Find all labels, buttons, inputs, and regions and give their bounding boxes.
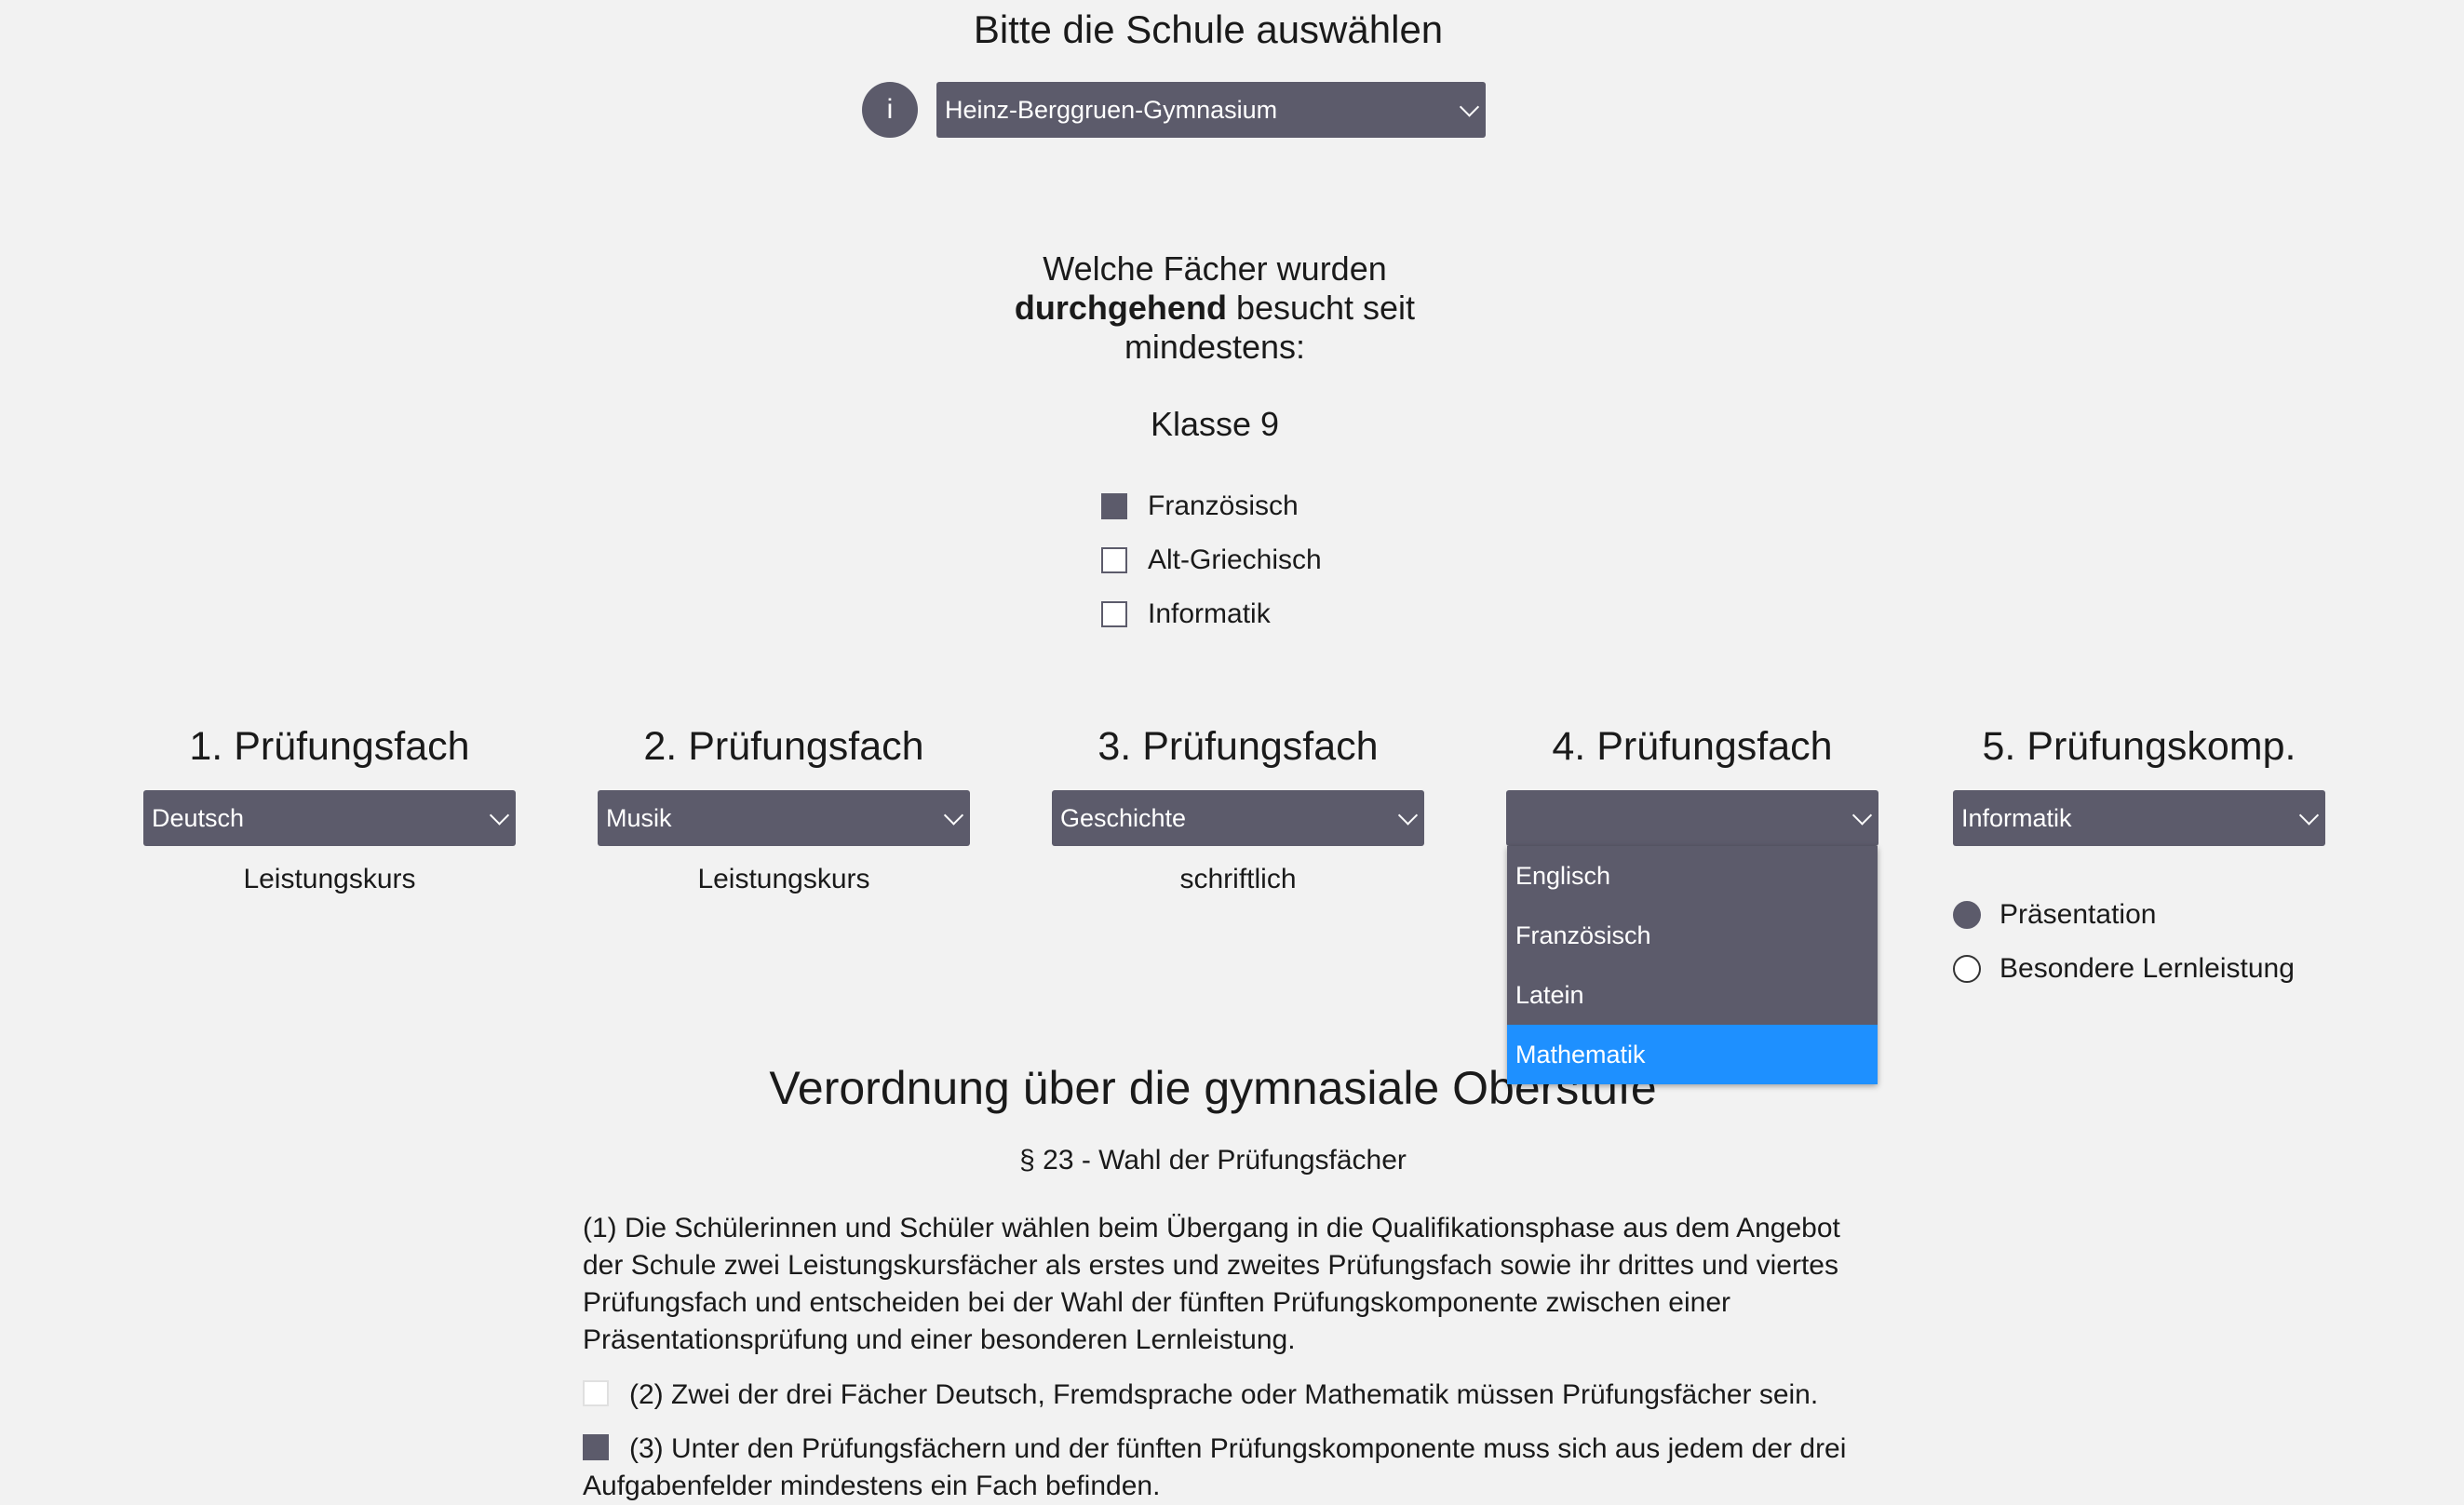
law-paragraph-2: (2) Zwei der drei Fächer Deutsch, Fremds… (583, 1377, 1886, 1414)
dropdown-option-franzoesisch[interactable]: Französisch (1507, 906, 1878, 965)
exam-1-select[interactable]: Deutsch (143, 790, 516, 846)
radio-button[interactable] (1953, 901, 1981, 929)
exam-2-type: Leistungskurs (697, 864, 870, 894)
exam-3-heading: 3. Prüfungsfach (1097, 724, 1379, 769)
exam-1-value: Deutsch (152, 803, 245, 832)
exam-1-type: Leistungskurs (243, 864, 416, 894)
question-bold: durchgehend (1014, 289, 1227, 327)
radio-button[interactable] (1953, 955, 1981, 983)
exam-2-heading: 2. Prüfungsfach (643, 724, 924, 769)
chevron-down-icon (2298, 805, 2320, 826)
rule-status-box (583, 1380, 609, 1406)
law-section: § 23 - Wahl der Prüfungsfächer (1019, 1145, 1407, 1176)
chevron-down-icon (1397, 805, 1419, 826)
info-button[interactable]: i (862, 82, 918, 138)
checkbox[interactable] (1101, 493, 1127, 519)
law-paragraph-2-text: (2) Zwei der drei Fächer Deutsch, Fremds… (629, 1379, 1819, 1410)
radio-praesentation[interactable]: Präsentation (1953, 899, 2156, 931)
radio-label: Präsentation (1999, 899, 2157, 930)
law-paragraph-3: (3) Unter den Prüfungsfächern und der fü… (583, 1431, 1886, 1505)
question-rest: besucht seit (1226, 289, 1416, 327)
chevron-down-icon (1851, 805, 1873, 826)
law-paragraph-3-text: (3) Unter den Prüfungsfächern und der fü… (583, 1433, 1847, 1501)
info-icon: i (886, 94, 894, 125)
checkbox[interactable] (1101, 547, 1127, 573)
exam-5-select[interactable]: Informatik (1953, 790, 2325, 846)
subject-label: Informatik (1148, 598, 1271, 629)
school-select[interactable]: Heinz-Berggruen-Gymnasium (936, 82, 1486, 138)
subject-checkbox-informatik[interactable]: Informatik (1101, 598, 1271, 630)
exam-5-value: Informatik (1961, 803, 2072, 832)
exam-3-type: schriftlich (1179, 864, 1297, 894)
exam-4-heading: 4. Prüfungsfach (1552, 724, 1833, 769)
subject-checkbox-franzoesisch[interactable]: Französisch (1101, 490, 1299, 522)
question-line-2: durchgehend besucht seit (931, 289, 1499, 328)
exam-1-heading: 1. Prüfungsfach (189, 724, 470, 769)
subjects-question: Welche Fächer wurden durchgehend besucht… (931, 249, 1499, 367)
law-title: Verordnung über die gymnasiale Oberstufe (769, 1062, 1657, 1114)
dropdown-option-latein[interactable]: Latein (1507, 965, 1878, 1025)
radio-label: Besondere Lernleistung (1999, 953, 2295, 984)
exam-5-heading: 5. Prüfungskomp. (1982, 724, 2296, 769)
exam-2-value: Musik (606, 803, 672, 832)
school-title: Bitte die Schule auswählen (973, 7, 1444, 51)
subject-checkbox-alt-griechisch[interactable]: Alt-Griechisch (1101, 544, 1322, 576)
dropdown-option-englisch[interactable]: Englisch (1507, 846, 1878, 906)
exam-4-dropdown-list: Englisch Französisch Latein Mathematik (1507, 846, 1878, 1084)
question-line-1: Welche Fächer wurden (1043, 249, 1387, 288)
exam-3-select[interactable]: Geschichte (1052, 790, 1424, 846)
exam-2-select[interactable]: Musik (598, 790, 970, 846)
chevron-down-icon (489, 805, 510, 826)
klasse-label: Klasse 9 (1150, 405, 1280, 443)
exam-4-select[interactable] (1506, 790, 1878, 846)
law-paragraph-1: (1) Die Schülerinnen und Schüler wählen … (583, 1213, 1840, 1355)
chevron-down-icon (1459, 97, 1480, 117)
subject-label: Französisch (1148, 490, 1299, 521)
chevron-down-icon (943, 805, 964, 826)
subject-label: Alt-Griechisch (1148, 544, 1322, 575)
checkbox[interactable] (1101, 601, 1127, 627)
question-line-3: mindestens: (1124, 328, 1306, 366)
school-select-value: Heinz-Berggruen-Gymnasium (945, 95, 1278, 124)
radio-besondere-lernleistung[interactable]: Besondere Lernleistung (1953, 953, 2295, 985)
dropdown-option-mathematik[interactable]: Mathematik (1507, 1025, 1878, 1084)
exam-3-value: Geschichte (1060, 803, 1187, 832)
